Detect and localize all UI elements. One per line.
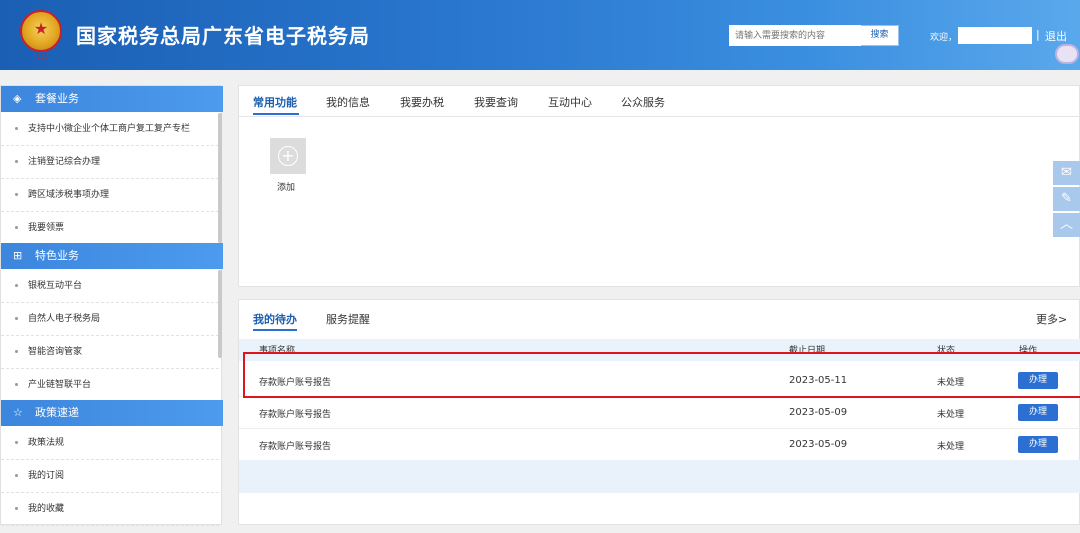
header-separator: | — [1036, 28, 1040, 41]
sidebar-item-resume-work[interactable]: 支持中小微企业个体工商户复工复产专栏 — [1, 113, 219, 146]
grid-icon: ⊞ — [13, 249, 23, 262]
row-name: 存款账户账号报告 — [259, 410, 332, 420]
table-row: 存款账户账号报告 2023-05-09 未处理 办理 — [239, 396, 1080, 429]
col-deadline: 截止日期 — [789, 346, 826, 356]
seal-mark: ⌇⌇⌇ — [36, 52, 48, 61]
row-status: 未处理 — [937, 442, 965, 452]
table-header: 事项名称 截止日期 状态 操作 — [239, 339, 1080, 361]
search-input[interactable] — [729, 25, 861, 46]
row-deadline: 2023-05-09 — [789, 407, 848, 418]
plus-icon: + — [278, 146, 298, 166]
empty-table-row — [239, 460, 1080, 493]
todo-panel: 我的待办 服务提醒 更多> 事项名称 截止日期 状态 操作 存款账户账号报告 2… — [238, 299, 1080, 525]
process-button[interactable]: 办理 — [1018, 404, 1058, 421]
process-button[interactable]: 办理 — [1018, 372, 1058, 389]
active-tab-indicator — [253, 329, 297, 331]
add-function-button[interactable]: + — [270, 138, 306, 174]
sidebar-item-deregistration[interactable]: 注销登记综合办理 — [1, 146, 219, 179]
tab-divider — [239, 116, 1080, 117]
process-button[interactable]: 办理 — [1018, 436, 1058, 453]
sidebar-section-featured[interactable]: ⊞ 特色业务 — [1, 243, 223, 269]
row-name: 存款账户账号报告 — [259, 442, 332, 452]
sidebar-section-policy[interactable]: ☆ 政策速递 — [1, 400, 223, 426]
sidebar-scrollbar[interactable] — [218, 113, 222, 243]
row-name: 存款账户账号报告 — [259, 378, 332, 388]
sidebar-item-smart-advisor[interactable]: 智能咨询管家 — [1, 336, 219, 369]
sidebar-item-favorites[interactable]: 我的收藏 — [1, 493, 219, 526]
active-tab-indicator — [253, 113, 299, 115]
sidebar-section-package[interactable]: ◈ 套餐业务 — [1, 86, 223, 112]
tab-my-todo[interactable]: 我的待办 — [253, 311, 297, 327]
add-label: 添加 — [277, 183, 296, 193]
col-status: 状态 — [937, 346, 956, 356]
sidebar-item-natural-person[interactable]: 自然人电子税务局 — [1, 303, 219, 336]
cube-icon: ◈ — [13, 92, 22, 105]
table-row: 存款账户账号报告 2023-05-11 未处理 办理 — [239, 364, 1080, 397]
tab-my-info[interactable]: 我的信息 — [326, 94, 370, 110]
row-deadline: 2023-05-09 — [789, 439, 848, 450]
tab-file-tax[interactable]: 我要办税 — [400, 94, 444, 110]
col-name: 事项名称 — [259, 346, 296, 356]
national-emblem-icon: ★ — [20, 10, 62, 52]
sidebar-item-get-invoice[interactable]: 我要领票 — [1, 212, 219, 245]
site-title: 国家税务总局广东省电子税务局 — [76, 24, 370, 48]
table-row: 存款账户账号报告 2023-05-09 未处理 办理 — [239, 428, 1080, 461]
sidebar: ◈ 套餐业务 支持中小微企业个体工商户复工复产专栏 注销登记综合办理 跨区域涉税事… — [0, 85, 223, 526]
assistant-icon[interactable] — [1055, 44, 1079, 64]
tab-service-reminder[interactable]: 服务提醒 — [326, 311, 370, 327]
tab-interaction[interactable]: 互动中心 — [548, 94, 592, 110]
sidebar-item-regulations[interactable]: 政策法规 — [1, 427, 219, 460]
username-box — [958, 27, 1032, 44]
row-status: 未处理 — [937, 378, 965, 388]
chat-icon[interactable]: ✉ — [1053, 161, 1080, 185]
sidebar-item-industry-chain[interactable]: 产业链智联平台 — [1, 369, 219, 402]
welcome-text: 欢迎， — [930, 33, 958, 43]
sidebar-item-subscriptions[interactable]: 我的订阅 — [1, 460, 219, 493]
col-action: 操作 — [1019, 346, 1038, 356]
top-banner: ★ ⌇⌇⌇ 国家税务总局广东省电子税务局 搜索 欢迎， | 退出 — [0, 0, 1080, 70]
tab-query[interactable]: 我要查询 — [474, 94, 518, 110]
sidebar-item-cross-region[interactable]: 跨区域涉税事项办理 — [1, 179, 219, 212]
search-button[interactable]: 搜索 — [861, 25, 899, 46]
tab-public-service[interactable]: 公众服务 — [621, 94, 665, 110]
tab-common-functions[interactable]: 常用功能 — [253, 94, 297, 110]
common-functions-panel: 常用功能 我的信息 我要办税 我要查询 互动中心 公众服务 + 添加 — [238, 85, 1080, 287]
chevron-up-icon[interactable]: ︿ — [1053, 213, 1080, 237]
row-deadline: 2023-05-11 — [789, 375, 848, 386]
logout-link[interactable]: 退出 — [1045, 28, 1067, 44]
row-status: 未处理 — [937, 410, 965, 420]
sidebar-scrollbar-2[interactable] — [218, 270, 222, 358]
edit-icon[interactable]: ✎ — [1053, 187, 1080, 211]
star-icon: ☆ — [13, 406, 23, 419]
more-link[interactable]: 更多> — [1036, 311, 1067, 327]
sidebar-item-bank-tax[interactable]: 银税互动平台 — [1, 270, 219, 303]
